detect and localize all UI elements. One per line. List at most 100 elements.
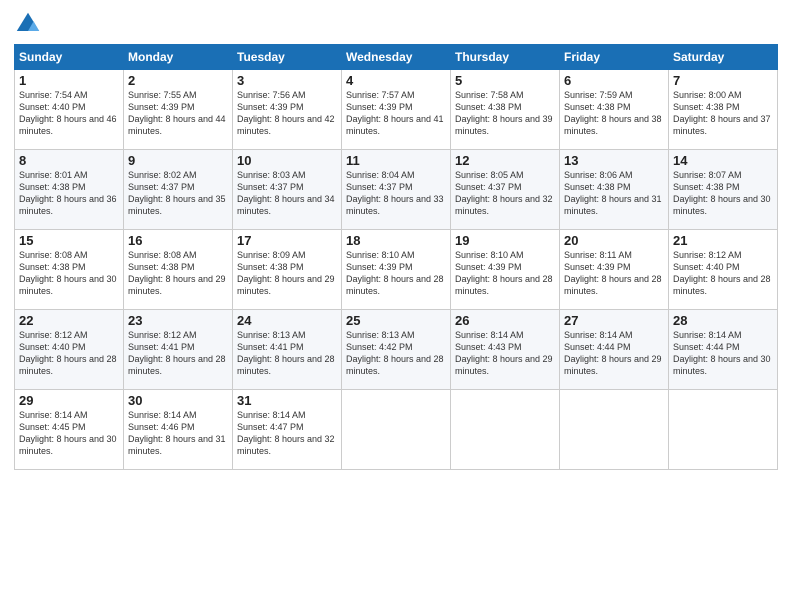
cell-text: Sunrise: 8:14 AM Sunset: 4:47 PM Dayligh…	[237, 409, 337, 458]
calendar-cell: 8Sunrise: 8:01 AM Sunset: 4:38 PM Daylig…	[15, 150, 124, 230]
calendar-cell: 2Sunrise: 7:55 AM Sunset: 4:39 PM Daylig…	[124, 70, 233, 150]
calendar-header-sunday: Sunday	[15, 45, 124, 70]
calendar-cell: 14Sunrise: 8:07 AM Sunset: 4:38 PM Dayli…	[669, 150, 778, 230]
calendar-table: SundayMondayTuesdayWednesdayThursdayFrid…	[14, 44, 778, 470]
day-number: 26	[455, 313, 555, 328]
page-container: SundayMondayTuesdayWednesdayThursdayFrid…	[0, 0, 792, 478]
cell-text: Sunrise: 8:06 AM Sunset: 4:38 PM Dayligh…	[564, 169, 664, 218]
logo	[14, 10, 46, 38]
day-number: 22	[19, 313, 119, 328]
cell-text: Sunrise: 8:12 AM Sunset: 4:40 PM Dayligh…	[673, 249, 773, 298]
cell-text: Sunrise: 7:56 AM Sunset: 4:39 PM Dayligh…	[237, 89, 337, 138]
calendar-cell	[451, 390, 560, 470]
day-number: 9	[128, 153, 228, 168]
calendar-header-thursday: Thursday	[451, 45, 560, 70]
calendar-week-row: 1Sunrise: 7:54 AM Sunset: 4:40 PM Daylig…	[15, 70, 778, 150]
calendar-cell: 20Sunrise: 8:11 AM Sunset: 4:39 PM Dayli…	[560, 230, 669, 310]
cell-text: Sunrise: 7:54 AM Sunset: 4:40 PM Dayligh…	[19, 89, 119, 138]
calendar-cell: 11Sunrise: 8:04 AM Sunset: 4:37 PM Dayli…	[342, 150, 451, 230]
calendar-header-monday: Monday	[124, 45, 233, 70]
day-number: 2	[128, 73, 228, 88]
day-number: 21	[673, 233, 773, 248]
day-number: 7	[673, 73, 773, 88]
calendar-cell: 30Sunrise: 8:14 AM Sunset: 4:46 PM Dayli…	[124, 390, 233, 470]
calendar-cell: 16Sunrise: 8:08 AM Sunset: 4:38 PM Dayli…	[124, 230, 233, 310]
cell-text: Sunrise: 7:55 AM Sunset: 4:39 PM Dayligh…	[128, 89, 228, 138]
day-number: 18	[346, 233, 446, 248]
calendar-cell: 3Sunrise: 7:56 AM Sunset: 4:39 PM Daylig…	[233, 70, 342, 150]
calendar-cell	[669, 390, 778, 470]
day-number: 1	[19, 73, 119, 88]
cell-text: Sunrise: 7:57 AM Sunset: 4:39 PM Dayligh…	[346, 89, 446, 138]
cell-text: Sunrise: 8:13 AM Sunset: 4:42 PM Dayligh…	[346, 329, 446, 378]
calendar-cell: 13Sunrise: 8:06 AM Sunset: 4:38 PM Dayli…	[560, 150, 669, 230]
cell-text: Sunrise: 8:11 AM Sunset: 4:39 PM Dayligh…	[564, 249, 664, 298]
cell-text: Sunrise: 8:12 AM Sunset: 4:41 PM Dayligh…	[128, 329, 228, 378]
cell-text: Sunrise: 8:04 AM Sunset: 4:37 PM Dayligh…	[346, 169, 446, 218]
day-number: 17	[237, 233, 337, 248]
cell-text: Sunrise: 8:00 AM Sunset: 4:38 PM Dayligh…	[673, 89, 773, 138]
cell-text: Sunrise: 8:14 AM Sunset: 4:44 PM Dayligh…	[673, 329, 773, 378]
calendar-cell: 18Sunrise: 8:10 AM Sunset: 4:39 PM Dayli…	[342, 230, 451, 310]
day-number: 16	[128, 233, 228, 248]
cell-text: Sunrise: 8:10 AM Sunset: 4:39 PM Dayligh…	[346, 249, 446, 298]
day-number: 12	[455, 153, 555, 168]
calendar-header-saturday: Saturday	[669, 45, 778, 70]
cell-text: Sunrise: 8:07 AM Sunset: 4:38 PM Dayligh…	[673, 169, 773, 218]
cell-text: Sunrise: 8:05 AM Sunset: 4:37 PM Dayligh…	[455, 169, 555, 218]
day-number: 23	[128, 313, 228, 328]
day-number: 11	[346, 153, 446, 168]
calendar-cell: 7Sunrise: 8:00 AM Sunset: 4:38 PM Daylig…	[669, 70, 778, 150]
calendar-cell: 9Sunrise: 8:02 AM Sunset: 4:37 PM Daylig…	[124, 150, 233, 230]
cell-text: Sunrise: 8:14 AM Sunset: 4:44 PM Dayligh…	[564, 329, 664, 378]
day-number: 10	[237, 153, 337, 168]
calendar-cell: 12Sunrise: 8:05 AM Sunset: 4:37 PM Dayli…	[451, 150, 560, 230]
day-number: 14	[673, 153, 773, 168]
day-number: 31	[237, 393, 337, 408]
day-number: 5	[455, 73, 555, 88]
calendar-header-tuesday: Tuesday	[233, 45, 342, 70]
calendar-cell: 31Sunrise: 8:14 AM Sunset: 4:47 PM Dayli…	[233, 390, 342, 470]
day-number: 8	[19, 153, 119, 168]
cell-text: Sunrise: 8:08 AM Sunset: 4:38 PM Dayligh…	[19, 249, 119, 298]
day-number: 13	[564, 153, 664, 168]
calendar-cell: 17Sunrise: 8:09 AM Sunset: 4:38 PM Dayli…	[233, 230, 342, 310]
calendar-cell	[342, 390, 451, 470]
calendar-cell: 4Sunrise: 7:57 AM Sunset: 4:39 PM Daylig…	[342, 70, 451, 150]
calendar-cell: 25Sunrise: 8:13 AM Sunset: 4:42 PM Dayli…	[342, 310, 451, 390]
calendar-cell: 1Sunrise: 7:54 AM Sunset: 4:40 PM Daylig…	[15, 70, 124, 150]
cell-text: Sunrise: 8:14 AM Sunset: 4:43 PM Dayligh…	[455, 329, 555, 378]
calendar-week-row: 29Sunrise: 8:14 AM Sunset: 4:45 PM Dayli…	[15, 390, 778, 470]
cell-text: Sunrise: 7:59 AM Sunset: 4:38 PM Dayligh…	[564, 89, 664, 138]
calendar-cell: 22Sunrise: 8:12 AM Sunset: 4:40 PM Dayli…	[15, 310, 124, 390]
cell-text: Sunrise: 8:10 AM Sunset: 4:39 PM Dayligh…	[455, 249, 555, 298]
day-number: 25	[346, 313, 446, 328]
cell-text: Sunrise: 8:03 AM Sunset: 4:37 PM Dayligh…	[237, 169, 337, 218]
day-number: 4	[346, 73, 446, 88]
calendar-week-row: 15Sunrise: 8:08 AM Sunset: 4:38 PM Dayli…	[15, 230, 778, 310]
cell-text: Sunrise: 8:09 AM Sunset: 4:38 PM Dayligh…	[237, 249, 337, 298]
calendar-header-wednesday: Wednesday	[342, 45, 451, 70]
day-number: 15	[19, 233, 119, 248]
calendar-cell: 28Sunrise: 8:14 AM Sunset: 4:44 PM Dayli…	[669, 310, 778, 390]
cell-text: Sunrise: 8:14 AM Sunset: 4:45 PM Dayligh…	[19, 409, 119, 458]
calendar-week-row: 22Sunrise: 8:12 AM Sunset: 4:40 PM Dayli…	[15, 310, 778, 390]
day-number: 27	[564, 313, 664, 328]
cell-text: Sunrise: 8:14 AM Sunset: 4:46 PM Dayligh…	[128, 409, 228, 458]
calendar-cell	[560, 390, 669, 470]
calendar-header-friday: Friday	[560, 45, 669, 70]
logo-icon	[14, 10, 42, 38]
calendar-cell: 27Sunrise: 8:14 AM Sunset: 4:44 PM Dayli…	[560, 310, 669, 390]
cell-text: Sunrise: 8:08 AM Sunset: 4:38 PM Dayligh…	[128, 249, 228, 298]
calendar-cell: 5Sunrise: 7:58 AM Sunset: 4:38 PM Daylig…	[451, 70, 560, 150]
calendar-cell: 6Sunrise: 7:59 AM Sunset: 4:38 PM Daylig…	[560, 70, 669, 150]
calendar-cell: 26Sunrise: 8:14 AM Sunset: 4:43 PM Dayli…	[451, 310, 560, 390]
header	[14, 10, 778, 38]
day-number: 24	[237, 313, 337, 328]
calendar-cell: 19Sunrise: 8:10 AM Sunset: 4:39 PM Dayli…	[451, 230, 560, 310]
cell-text: Sunrise: 7:58 AM Sunset: 4:38 PM Dayligh…	[455, 89, 555, 138]
day-number: 30	[128, 393, 228, 408]
day-number: 3	[237, 73, 337, 88]
cell-text: Sunrise: 8:12 AM Sunset: 4:40 PM Dayligh…	[19, 329, 119, 378]
calendar-cell: 29Sunrise: 8:14 AM Sunset: 4:45 PM Dayli…	[15, 390, 124, 470]
